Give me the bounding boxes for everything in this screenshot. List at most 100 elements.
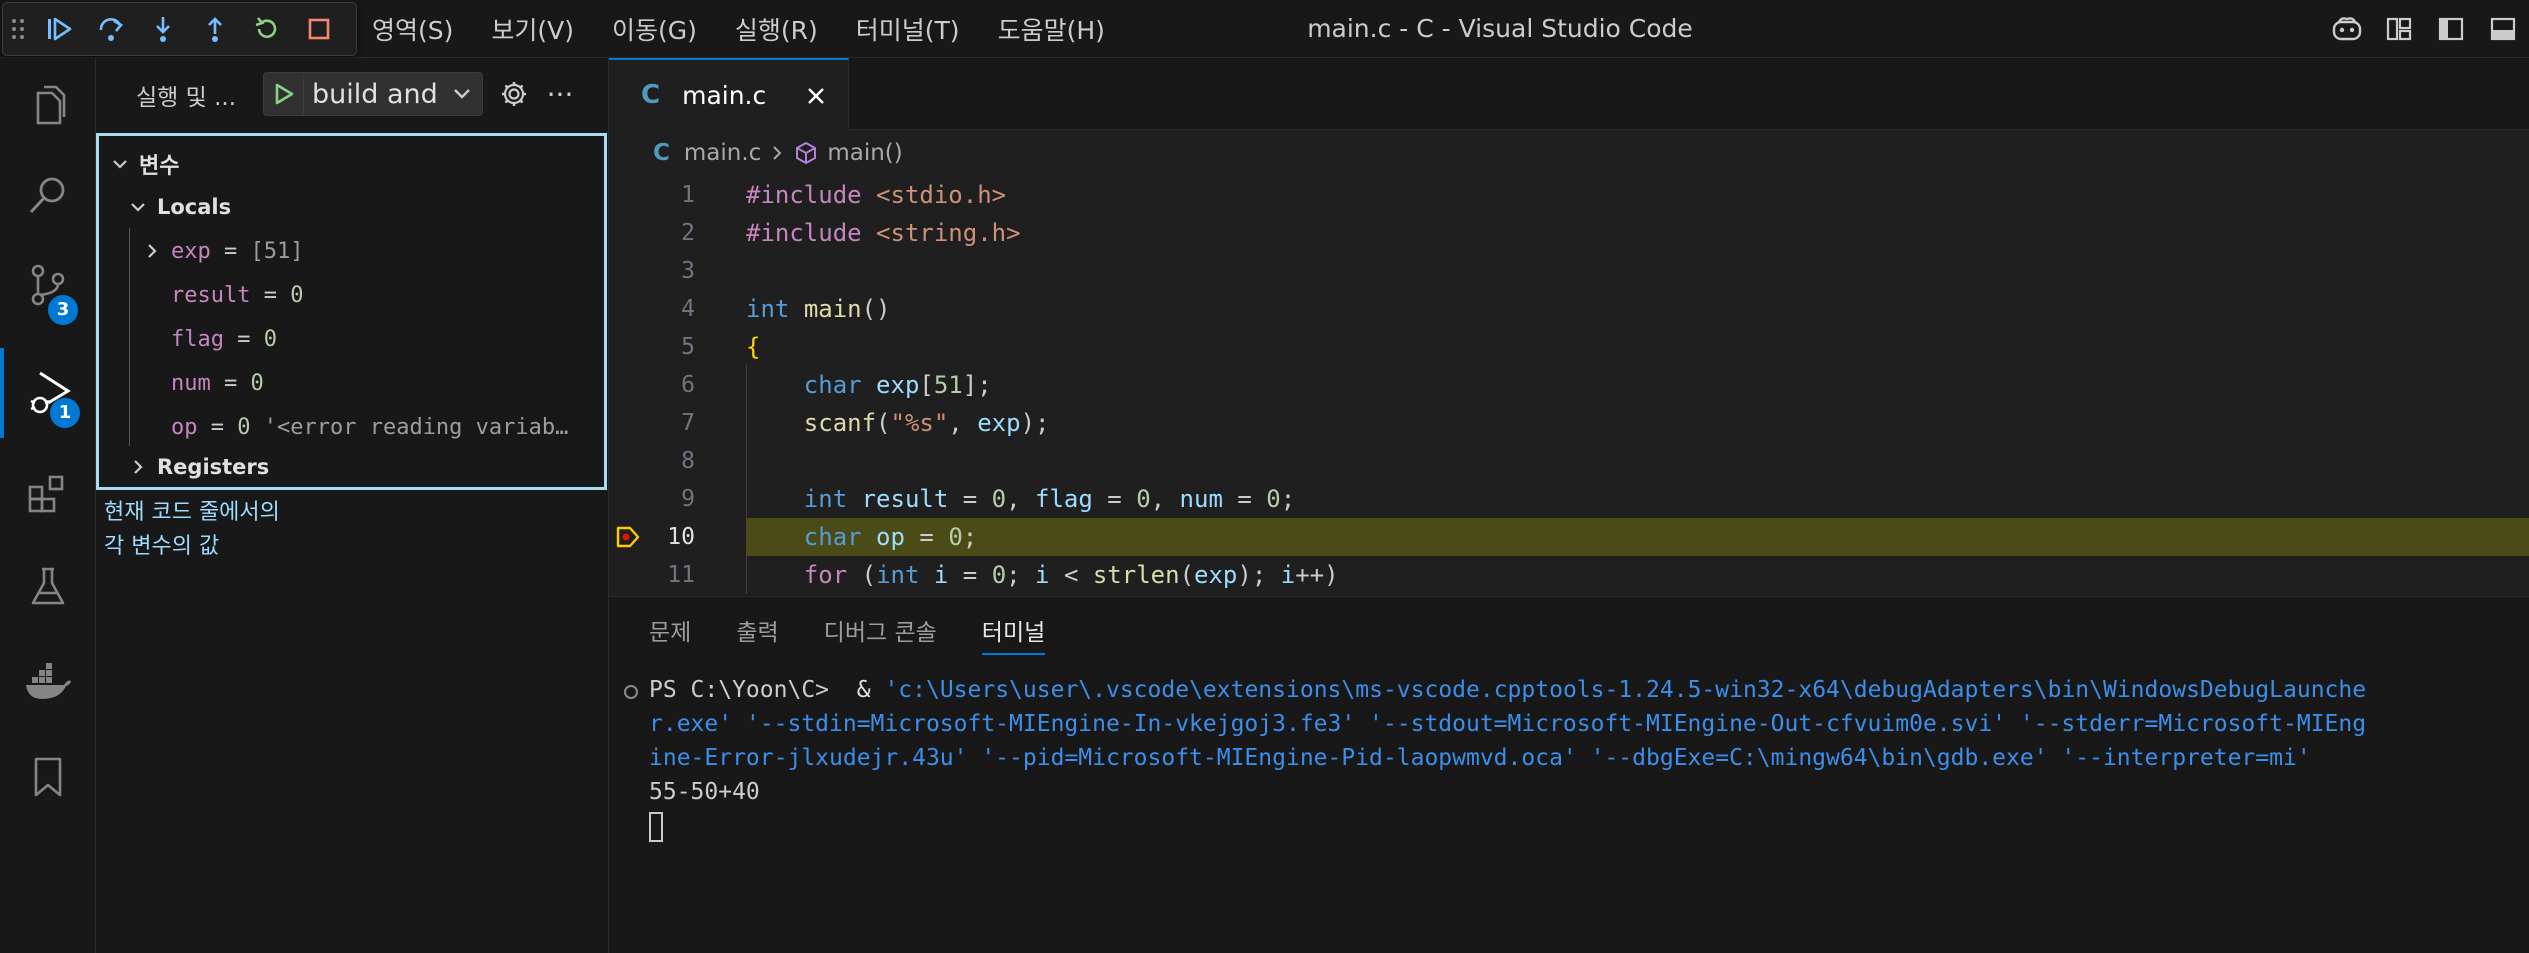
more-actions-icon[interactable]: ··· bbox=[542, 76, 578, 112]
extensions-button[interactable] bbox=[0, 448, 96, 538]
variable-num[interactable]: num = 0 bbox=[171, 363, 264, 403]
tab-terminal[interactable]: 터미널 bbox=[981, 611, 1046, 655]
stop-button[interactable] bbox=[293, 3, 345, 55]
drag-grip-icon[interactable] bbox=[3, 2, 33, 56]
docker-icon bbox=[26, 663, 71, 699]
terminal-cursor bbox=[649, 811, 663, 842]
chevron-right-icon bbox=[773, 146, 782, 160]
indent-guide bbox=[129, 228, 130, 446]
open-launch-json-button[interactable] bbox=[496, 76, 532, 112]
tab-label: main.c bbox=[682, 80, 767, 110]
activity-bar: 3 1 bbox=[0, 58, 96, 953]
toggle-primary-sidebar-icon[interactable] bbox=[2425, 0, 2477, 58]
continue-icon bbox=[48, 17, 72, 41]
chevron-down-icon bbox=[113, 160, 127, 169]
sidebar-title: 실행 및 ... bbox=[136, 85, 237, 111]
debug-badge: 1 bbox=[50, 398, 80, 428]
sidebar-header: 실행 및 ... build and debug ··· bbox=[96, 58, 609, 128]
code-line: 11 for (int i = 0; i < strlen(exp); i++) bbox=[667, 561, 1339, 589]
menu-selection[interactable]: 영역(S) bbox=[372, 11, 453, 47]
breadcrumb-file[interactable]: main.c bbox=[684, 140, 761, 166]
code-line: 5 { bbox=[681, 333, 761, 361]
breadcrumb-symbol[interactable]: main() bbox=[827, 140, 902, 166]
source-control-button[interactable]: 3 bbox=[0, 240, 96, 330]
breadcrumb: C main.c main() bbox=[609, 130, 2529, 176]
code-line: 4 int main() bbox=[681, 295, 891, 323]
menu-help[interactable]: 도움말(H) bbox=[998, 11, 1105, 47]
terminal-status-icon bbox=[624, 685, 638, 699]
bookmark-icon bbox=[34, 757, 62, 797]
files-icon bbox=[36, 85, 66, 125]
variables-section-header[interactable]: 변수 bbox=[109, 144, 179, 184]
tab-main-c[interactable]: C main.c bbox=[609, 58, 849, 130]
flask-icon bbox=[31, 567, 65, 605]
code-line: 6 char exp[51]; bbox=[681, 371, 992, 399]
code-line: 1 #include <stdio.h> bbox=[681, 181, 1007, 209]
window-title: main.c - C - Visual Studio Code bbox=[1307, 14, 1693, 43]
annotation-caption: 현재 코드 줄에서의 각 변수의 값 bbox=[104, 500, 280, 559]
continue-button[interactable] bbox=[33, 3, 85, 55]
tab-debug-console[interactable]: 디버그 콘솔 bbox=[824, 611, 937, 655]
terminal-output[interactable]: PS C:\Yoon\C> & 'c:\Users\user\.vscode\e… bbox=[649, 673, 2529, 843]
launch-config-name: build and debug bbox=[312, 78, 442, 110]
docker-button[interactable] bbox=[0, 638, 96, 728]
restart-icon bbox=[255, 17, 277, 38]
menu-run[interactable]: 실행(R) bbox=[735, 11, 818, 47]
launch-config-select[interactable]: build and debug bbox=[263, 72, 483, 116]
title-bar-actions bbox=[2321, 0, 2529, 58]
restart-button[interactable] bbox=[241, 3, 293, 55]
current-code-line: 10 char op = 0; bbox=[609, 518, 2529, 556]
code-line: 2 #include <string.h> bbox=[681, 219, 1021, 247]
search-button[interactable] bbox=[0, 150, 96, 240]
run-debug-button[interactable]: 1 bbox=[0, 348, 96, 438]
tab-problems[interactable]: 문제 bbox=[649, 611, 691, 655]
step-over-icon bbox=[99, 18, 123, 41]
variable-flag[interactable]: flag = 0 bbox=[171, 319, 277, 359]
locals-title: Locals bbox=[157, 195, 232, 219]
testing-button[interactable] bbox=[0, 542, 96, 632]
extensions-icon bbox=[28, 475, 64, 513]
variable-exp[interactable]: exp = [51] bbox=[141, 231, 303, 271]
customize-layout-icon[interactable] bbox=[2373, 0, 2425, 58]
title-bar: 영역(S) 보기(V) 이동(G) 실행(R) 터미널(T) 도움말(H) ma… bbox=[0, 0, 2529, 58]
menu-view[interactable]: 보기(V) bbox=[491, 11, 574, 47]
bookmarks-button[interactable] bbox=[0, 732, 96, 822]
debug-toolbar bbox=[2, 2, 357, 56]
current-line-highlight bbox=[746, 518, 2529, 556]
step-into-button[interactable] bbox=[137, 3, 189, 55]
toggle-panel-icon[interactable] bbox=[2477, 0, 2529, 58]
code-line: 3 bbox=[681, 258, 695, 284]
code-editor[interactable]: 1 #include <stdio.h> 2 #include <string.… bbox=[609, 176, 2529, 596]
variable-result[interactable]: result = 0 bbox=[171, 275, 303, 315]
search-icon bbox=[29, 177, 65, 214]
chevron-right-icon bbox=[134, 460, 143, 474]
editor-tab-bar: C main.c bbox=[609, 58, 2529, 130]
step-out-button[interactable] bbox=[189, 3, 241, 55]
c-file-icon: C bbox=[641, 80, 661, 110]
explorer-button[interactable] bbox=[0, 60, 96, 150]
variables-panel: 변수 Locals exp = [51] result = 0 flag = 0… bbox=[96, 133, 607, 490]
code-line: 7 scanf("%s", exp); bbox=[681, 409, 1050, 437]
menu-bar: 영역(S) 보기(V) 이동(G) 실행(R) 터미널(T) 도움말(H) bbox=[372, 0, 1143, 58]
locals-scope[interactable]: Locals bbox=[127, 187, 231, 227]
close-icon[interactable] bbox=[802, 82, 830, 110]
step-out-icon bbox=[208, 17, 222, 42]
menu-go[interactable]: 이동(G) bbox=[612, 11, 697, 47]
bottom-panel: 문제 출력 디버그 콘솔 터미널 PS C:\Yoon\C> & 'c:\Use… bbox=[609, 596, 2529, 953]
panel-tabs: 문제 출력 디버그 콘솔 터미널 bbox=[649, 611, 1090, 655]
variables-title: 변수 bbox=[139, 154, 180, 179]
registers-scope[interactable]: Registers bbox=[127, 447, 269, 487]
method-icon bbox=[796, 141, 817, 165]
variable-op[interactable]: op = 0 '<error reading variab… bbox=[171, 407, 601, 447]
copilot-icon[interactable] bbox=[2321, 0, 2373, 58]
tab-output[interactable]: 출력 bbox=[736, 611, 778, 655]
c-file-icon: C bbox=[653, 140, 670, 166]
menu-terminal[interactable]: 터미널(T) bbox=[856, 11, 960, 47]
step-over-button[interactable] bbox=[85, 3, 137, 55]
play-icon bbox=[275, 83, 293, 105]
registers-title: Registers bbox=[157, 455, 270, 479]
chevron-down-icon[interactable] bbox=[442, 73, 482, 115]
start-debugging-button[interactable] bbox=[264, 73, 304, 115]
code-line: 9 int result = 0, flag = 0, num = 0; bbox=[681, 485, 1296, 513]
code-line: 8 bbox=[681, 448, 695, 474]
